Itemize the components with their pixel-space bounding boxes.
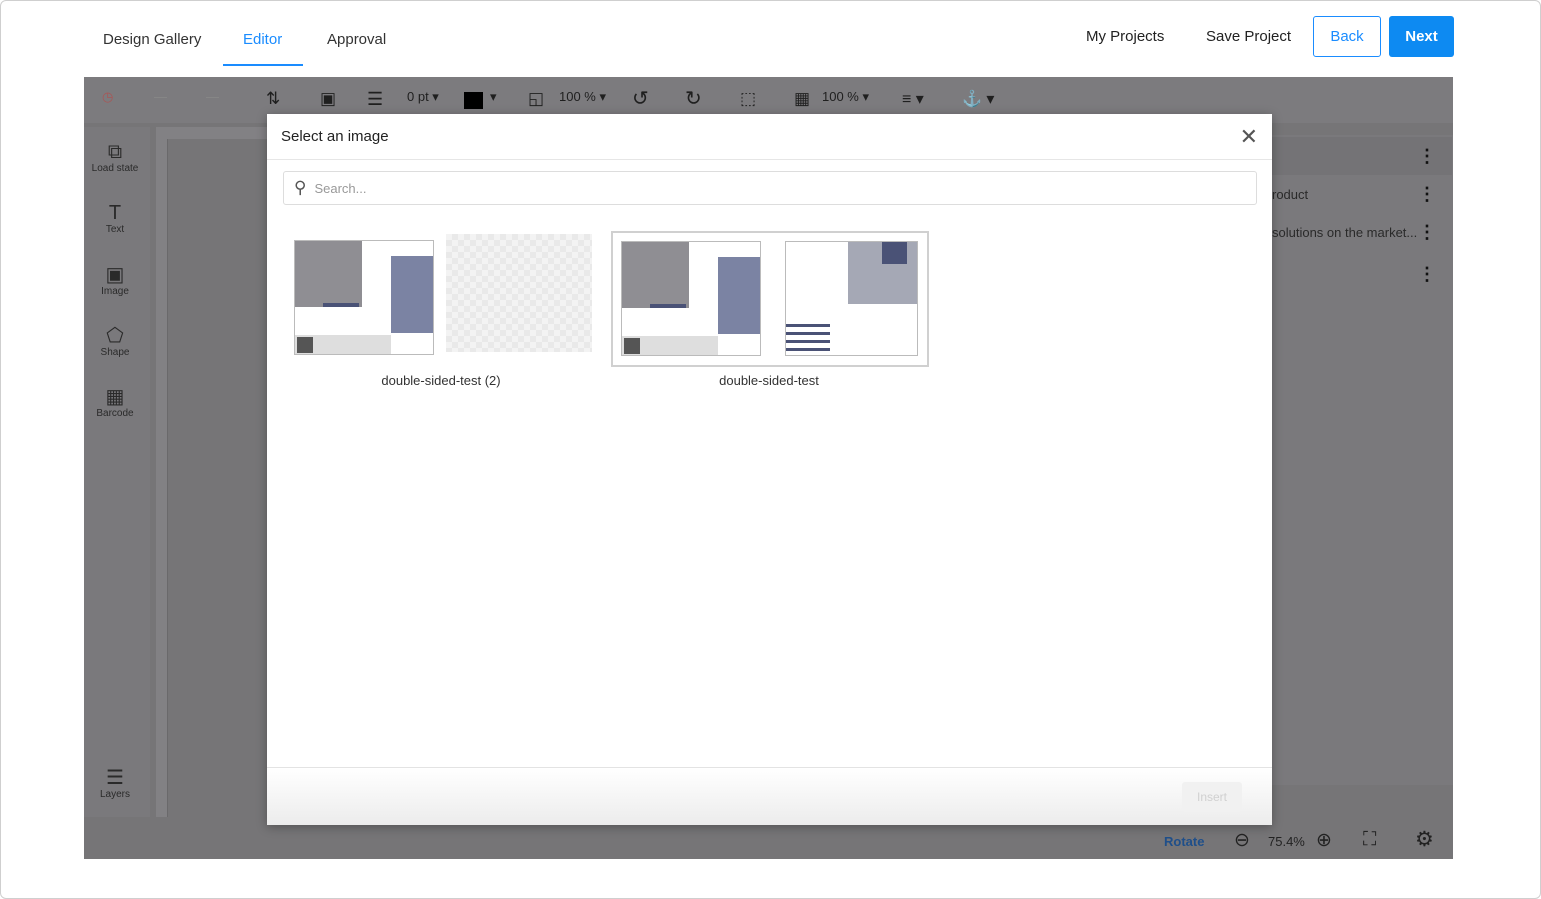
search-field[interactable]: ⚲ <box>283 171 1257 205</box>
fullscreen-icon[interactable]: ⛶ <box>1363 829 1376 851</box>
dialog-footer: Insert <box>267 767 1272 825</box>
rotate-left-icon[interactable]: ↺ <box>632 86 649 111</box>
sidebar-item-image[interactable]: ▣ Image <box>84 264 146 297</box>
image-stack-icon: ⧉ <box>107 141 123 163</box>
editor-bottom-bar: Rotate ⊖ 75.4% ⊕ ⛶ ⚙ <box>84 825 1453 859</box>
undo-icon[interactable]: — <box>154 89 167 104</box>
page-thumbnail-back <box>785 241 918 356</box>
zoom-in-icon[interactable]: ⊕ <box>1316 829 1332 852</box>
qr-code-icon: ▦ <box>105 386 125 408</box>
scale-select[interactable]: 100 % ▾ <box>559 89 606 105</box>
zoom-level: 75.4% <box>1268 834 1305 849</box>
more-icon[interactable]: ⋮ <box>1418 222 1436 243</box>
layer-row[interactable]: roduct ⋮ <box>1272 175 1452 213</box>
editor-sidebar: ⧉ Load state T Text ▣ Image ⬠ Shape ▦ Barcode… <box>84 127 150 817</box>
back-button[interactable]: Back <box>1313 16 1381 57</box>
page-thumbnail-front <box>621 241 761 356</box>
empty-page-placeholder <box>446 234 592 352</box>
text-icon: T <box>108 202 122 224</box>
image-group-double-sided-test[interactable] <box>611 231 929 367</box>
sidebar-item-text[interactable]: T Text <box>84 202 146 235</box>
active-tab-indicator <box>223 64 303 66</box>
group-label: double-sided-test (2) <box>381 373 501 388</box>
redo-icon[interactable]: — <box>206 89 219 104</box>
chevron-down-icon[interactable]: ▾ <box>490 89 497 105</box>
close-icon[interactable]: ✕ <box>1240 124 1258 150</box>
more-icon[interactable]: ⋮ <box>1418 146 1436 167</box>
search-input[interactable] <box>314 180 1215 196</box>
adjust-icon[interactable]: ⇅ <box>266 89 280 109</box>
align-icon[interactable]: ≡ ▾ <box>902 89 924 109</box>
rotate-button[interactable]: Rotate <box>1164 834 1204 849</box>
vertical-ruler <box>156 127 168 817</box>
color-swatch[interactable] <box>464 92 483 109</box>
history-icon[interactable]: ◷ <box>102 89 113 105</box>
tab-approval[interactable]: Approval <box>327 31 386 48</box>
group-label: double-sided-test <box>719 373 819 388</box>
crop-icon[interactable]: ⬚ <box>740 89 756 109</box>
image-icon[interactable]: ▣ <box>320 89 336 109</box>
save-project-link[interactable]: Save Project <box>1206 28 1291 45</box>
shape-icon: ⬠ <box>106 325 124 347</box>
sidebar-item-layers[interactable]: ☰ Layers <box>84 767 146 800</box>
image-group-double-sided-test-2[interactable] <box>289 234 599 359</box>
dialog-title: Select an image <box>281 128 389 145</box>
next-button[interactable]: Next <box>1389 16 1454 57</box>
zoom-out-icon[interactable]: ⊖ <box>1234 829 1250 852</box>
layers-panel: ⋮ roduct ⋮ solutions on the market... ⋮ ⋮ <box>1272 135 1453 785</box>
image-icon: ▣ <box>105 264 125 286</box>
search-icon: ⚲ <box>294 178 307 197</box>
resize-icon[interactable]: ◱ <box>528 89 544 109</box>
layer-row[interactable]: solutions on the market... ⋮ <box>1272 213 1452 251</box>
opacity-select[interactable]: 100 % ▾ <box>822 89 869 105</box>
transparency-icon[interactable]: ▦ <box>794 89 810 109</box>
layer-row[interactable]: ⋮ <box>1272 255 1452 293</box>
sidebar-item-shape[interactable]: ⬠ Shape <box>84 325 146 358</box>
settings-gear-icon[interactable]: ⚙ <box>1415 827 1434 852</box>
sidebar-item-load-state[interactable]: ⧉ Load state <box>84 141 146 174</box>
horizontal-ruler <box>156 127 276 139</box>
tab-editor[interactable]: Editor <box>243 31 282 48</box>
more-icon[interactable]: ⋮ <box>1418 184 1436 205</box>
sidebar-item-barcode[interactable]: ▦ Barcode <box>84 386 146 419</box>
more-icon[interactable]: ⋮ <box>1418 264 1436 285</box>
my-projects-link[interactable]: My Projects <box>1086 28 1164 45</box>
tab-design-gallery[interactable]: Design Gallery <box>103 31 201 48</box>
line-weight-icon[interactable]: ☰ <box>367 89 383 110</box>
select-image-dialog: Select an image ✕ ⚲ double-sided-test (2… <box>267 114 1272 825</box>
anchor-icon[interactable]: ⚓ ▾ <box>962 89 994 109</box>
stroke-select[interactable]: 0 pt ▾ <box>407 89 439 105</box>
layers-icon: ☰ <box>106 767 124 789</box>
page-thumbnail-front <box>294 240 434 355</box>
insert-button[interactable]: Insert <box>1182 782 1242 812</box>
rotate-right-icon[interactable]: ↻ <box>685 86 702 111</box>
layer-row[interactable]: ⋮ <box>1272 137 1452 175</box>
